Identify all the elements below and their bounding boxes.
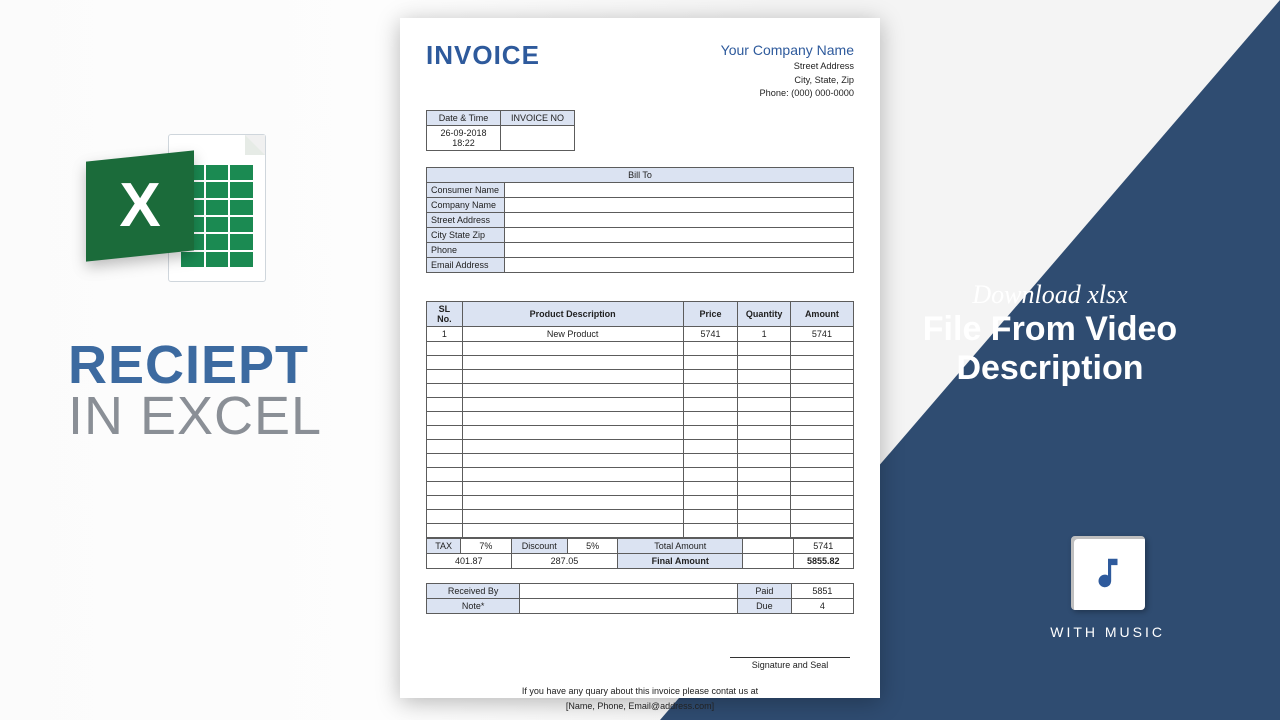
table-row: [427, 356, 854, 370]
total-label: Total Amount: [618, 539, 743, 554]
table-row: [427, 496, 854, 510]
items-header: Product Description: [462, 302, 683, 327]
table-row: [427, 482, 854, 496]
dt-h2: INVOICE NO: [501, 111, 575, 126]
tax-label: TAX: [427, 539, 461, 554]
right-line2a: File From Video: [890, 310, 1210, 349]
total-val: 5741: [793, 539, 853, 554]
items-header: Price: [683, 302, 738, 327]
table-row: [427, 370, 854, 384]
billto-label: Company Name: [427, 198, 505, 213]
tax-pct: 7%: [461, 539, 511, 554]
received-by-label: Received By: [427, 584, 520, 599]
billto-value: [505, 213, 854, 228]
table-row: [427, 426, 854, 440]
billto-value: [505, 258, 854, 273]
totals-table: TAX 7% Discount 5% Total Amount 5741 401…: [426, 538, 854, 569]
right-line1: Download xlsx: [890, 280, 1210, 310]
table-row: [427, 398, 854, 412]
note-val: [520, 599, 738, 614]
excel-badge-icon: X: [86, 150, 194, 261]
due-label: Due: [737, 599, 791, 614]
final-val: 5855.82: [793, 554, 853, 569]
cell-sl: 1: [427, 327, 463, 342]
stage: X RECIEPT IN EXCEL Download xlsx File Fr…: [0, 0, 1280, 720]
footer-l1: If you have any quary about this invoice…: [426, 684, 854, 698]
paid-label: Paid: [737, 584, 791, 599]
payment-table: Received By Paid 5851 Note* Due 4: [426, 583, 854, 614]
footer-l2: [Name, Phone, Email@address.com]: [426, 699, 854, 713]
cell-price: 5741: [683, 327, 738, 342]
invoice-title: INVOICE: [426, 40, 540, 71]
left-title: RECIEPT IN EXCEL: [68, 340, 328, 443]
received-by-val: [520, 584, 738, 599]
table-row: [427, 342, 854, 356]
left-title-line2: IN EXCEL: [68, 386, 322, 446]
paid-val: 5851: [791, 584, 853, 599]
table-row: [427, 468, 854, 482]
items-header: Amount: [790, 302, 853, 327]
billto-value: [505, 228, 854, 243]
items-header: SL No.: [427, 302, 463, 327]
music-icon: [1071, 536, 1145, 610]
table-row: [427, 412, 854, 426]
billto-value: [505, 183, 854, 198]
excel-icon: X: [86, 128, 266, 288]
left-promo: X RECIEPT IN EXCEL: [68, 128, 328, 443]
company-name: Your Company Name: [721, 40, 854, 60]
final-label: Final Amount: [618, 554, 743, 569]
company-street: Street Address: [721, 60, 854, 73]
table-row: [427, 440, 854, 454]
right-line2b: Description: [890, 349, 1210, 388]
table-row: [427, 510, 854, 524]
billto-label: Phone: [427, 243, 505, 258]
cell-qty: 1: [738, 327, 791, 342]
tax-val: 401.87: [427, 554, 512, 569]
right-promo: Download xlsx File From Video Descriptio…: [890, 280, 1210, 388]
disc-val: 287.05: [511, 554, 618, 569]
disc-pct: 5%: [567, 539, 617, 554]
billto-label: Email Address: [427, 258, 505, 273]
table-row: [427, 524, 854, 538]
total-blank: [743, 539, 793, 554]
table-row: [427, 454, 854, 468]
items-header: Quantity: [738, 302, 791, 327]
billto-label: City State Zip: [427, 228, 505, 243]
billto-table: Bill To Consumer NameCompany NameStreet …: [426, 167, 854, 273]
company-block: Your Company Name Street Address City, S…: [721, 40, 854, 100]
cell-amt: 5741: [790, 327, 853, 342]
billto-label: Street Address: [427, 213, 505, 228]
billto-value: [505, 198, 854, 213]
table-row: [427, 384, 854, 398]
invoice-document: INVOICE Your Company Name Street Address…: [400, 18, 880, 698]
date-invoiceno-table: Date & TimeINVOICE NO 26-09-2018 18:22: [426, 110, 575, 151]
note-label: Note*: [427, 599, 520, 614]
items-table: SL No.Product DescriptionPriceQuantityAm…: [426, 301, 854, 538]
billto-value: [505, 243, 854, 258]
footer-text: If you have any quary about this invoice…: [426, 684, 854, 713]
company-phone: Phone: (000) 000-0000: [721, 87, 854, 100]
cell-desc: New Product: [462, 327, 683, 342]
signature-line: Signature and Seal: [730, 657, 850, 670]
company-csz: City, State, Zip: [721, 74, 854, 87]
billto-label: Consumer Name: [427, 183, 505, 198]
due-val: 4: [791, 599, 853, 614]
billto-header: Bill To: [427, 168, 854, 183]
dt-v1: 26-09-2018 18:22: [427, 126, 501, 151]
dt-v2: [501, 126, 575, 151]
dt-h1: Date & Time: [427, 111, 501, 126]
disc-label: Discount: [511, 539, 567, 554]
music-label: WITH MUSIC: [1050, 624, 1165, 640]
music-block: WITH MUSIC: [1050, 536, 1165, 640]
final-blank: [743, 554, 793, 569]
